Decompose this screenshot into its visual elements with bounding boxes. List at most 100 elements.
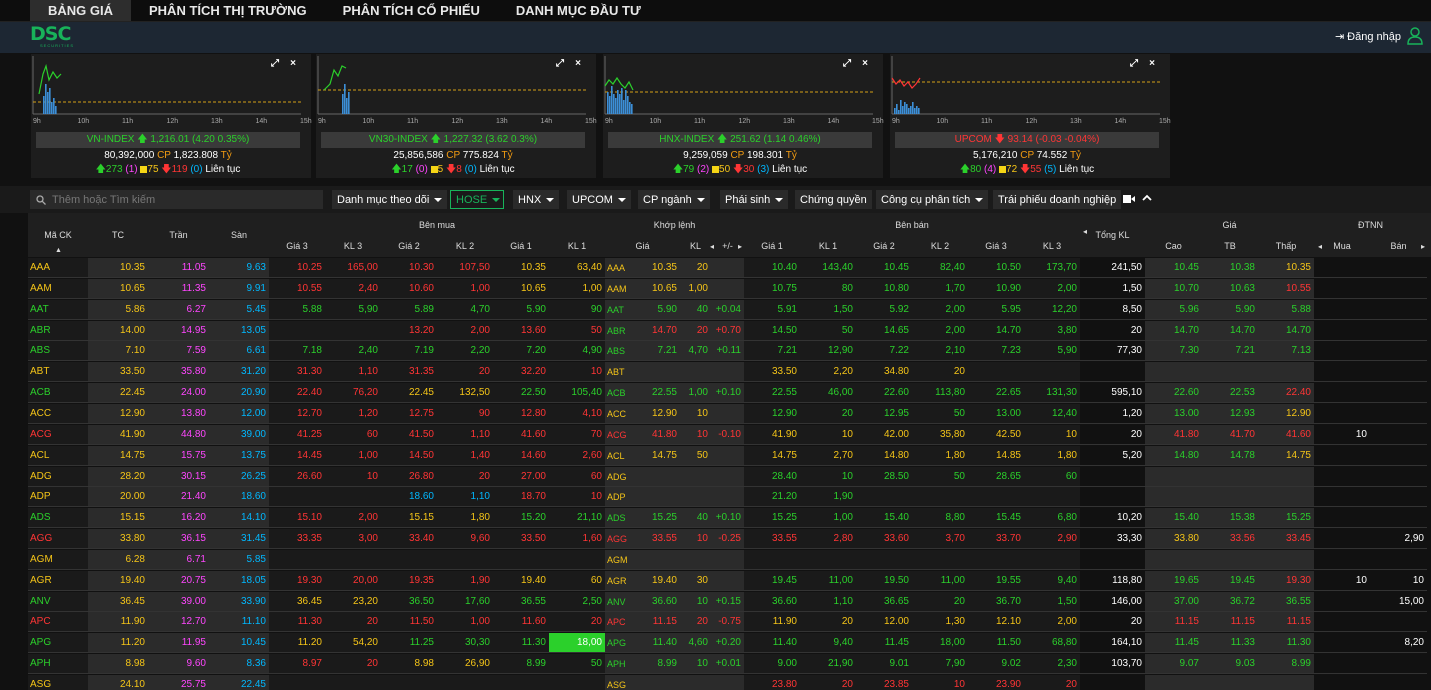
cell-sym[interactable]: AGR xyxy=(28,570,88,591)
tab-bang-gia[interactable]: BẢNG GIÁ xyxy=(30,0,131,21)
cp-nganh-dropdown[interactable]: CP ngành xyxy=(638,190,710,209)
table-row[interactable]: ACG 41.90 44.80 39.00 41.25 60 41.50 1,10 41.60 7… xyxy=(0,424,1431,446)
cell-sym2[interactable]: ABS xyxy=(605,341,627,362)
phai-sinh-dropdown[interactable]: Phái sinh xyxy=(720,190,789,209)
table-row[interactable]: ACL 14.75 15.75 13.75 14.45 1,00 14.50 1,40 14.6… xyxy=(0,445,1431,467)
table-row[interactable]: APG 11.20 11.95 10.45 11.20 54,20 11.25 30,30 11… xyxy=(0,633,1431,654)
index-panel-vn-index[interactable]: ⤢ × 9h 10h 11h 12h 13h 14h 15h VN-INDEX 🡅 1,21… xyxy=(31,54,312,178)
close-icon[interactable]: × xyxy=(1146,58,1158,70)
cell-sym[interactable]: ACL xyxy=(28,445,88,466)
cell-sym2[interactable]: ACG xyxy=(605,424,627,445)
table-row[interactable]: ABR 14.00 14.95 13.05 13.20 2,00 13.60 50 ABR 14.… xyxy=(0,320,1431,342)
sort-up-icon[interactable]: ▲ xyxy=(55,247,62,254)
cell-sym2[interactable]: APC xyxy=(605,612,627,633)
cell-sym2[interactable]: AGR xyxy=(605,570,627,591)
cell-sym[interactable]: AAT xyxy=(28,299,88,320)
logo[interactable]: DSC xyxy=(30,25,71,44)
expand-icon[interactable]: ⤢ xyxy=(841,58,853,70)
scroll-right-icon[interactable]: ▸ xyxy=(1421,242,1425,251)
cell-sym[interactable]: ADS xyxy=(28,508,88,529)
cell-sym[interactable]: ABT xyxy=(28,362,88,383)
scroll-left-icon[interactable]: ◂ xyxy=(1083,227,1087,236)
cell-sym2[interactable]: ACC xyxy=(605,403,627,424)
expand-icon[interactable]: ⤢ xyxy=(269,58,281,70)
scroll-left-icon[interactable]: ◂ xyxy=(710,242,714,251)
index-panel-upcom[interactable]: ⤢ × 9h 10h 11h 12h 13h 14h 15h UPCOM 🡇 93.14 (… xyxy=(890,54,1171,178)
table-row[interactable]: AGM 6.28 6.71 5.85 AGM xyxy=(0,549,1431,571)
cell-sym2[interactable]: ADS xyxy=(605,508,627,529)
tab-phan-tich-thi-truong[interactable]: PHÂN TÍCH THỊ TRƯỜNG xyxy=(131,0,325,21)
cell-sym2[interactable]: AAM xyxy=(605,278,627,299)
scroll-left-icon[interactable]: ◂ xyxy=(1318,242,1322,251)
cell-sym[interactable]: AAA xyxy=(28,258,88,278)
user-icon[interactable] xyxy=(1407,27,1423,45)
chung-quyen-button[interactable]: Chứng quyền xyxy=(795,190,872,209)
cell-sym[interactable]: ABR xyxy=(28,320,88,341)
cell-sym[interactable]: AGM xyxy=(28,549,88,570)
table-row[interactable]: AAT 5.86 6.27 5.45 5.88 5,90 5.89 4,70 5.90 90 AAT… xyxy=(0,299,1431,321)
login-link[interactable]: ⇥ Đăng nhập xyxy=(1335,30,1401,44)
watchlist-dropdown[interactable]: Danh mục theo dõi xyxy=(332,190,448,209)
table-row[interactable]: ACB 22.45 24.00 20.90 22.40 76,20 22.45 132,50 2… xyxy=(0,383,1431,404)
expand-icon[interactable]: ⤢ xyxy=(1128,58,1140,70)
hose-dropdown[interactable]: HOSE xyxy=(450,190,504,209)
table-row[interactable]: AAA 10.35 11.05 9.63 10.25 165,00 10.30 107,50 1… xyxy=(0,258,1431,279)
upcom-dropdown[interactable]: UPCOM xyxy=(567,190,631,209)
cell-sym2[interactable]: ABR xyxy=(605,320,627,341)
tab-phan-tich-co-phieu[interactable]: PHÂN TÍCH CỔ PHIẾU xyxy=(325,0,498,21)
table-row[interactable]: AGG 33.80 36.15 31.45 33.35 3,00 33.40 9,60 33.5… xyxy=(0,529,1431,550)
close-icon[interactable]: × xyxy=(859,58,871,70)
scroll-right-icon[interactable]: ▸ xyxy=(738,242,742,251)
cell-sym[interactable]: AGG xyxy=(28,529,88,550)
expand-icon[interactable]: ⤢ xyxy=(554,58,566,70)
cell-sym2[interactable]: ADG xyxy=(605,466,627,487)
cell-sym[interactable]: ASG xyxy=(28,675,88,690)
cell-sym2[interactable]: AAA xyxy=(605,258,627,278)
table-row[interactable]: ASG 24.10 25.75 22.45 ASG 23.80 20 23.85 10 23.90… xyxy=(0,675,1431,690)
search-input[interactable] xyxy=(52,193,302,206)
cell-sym2[interactable]: APG xyxy=(605,633,627,654)
table-row[interactable]: ABS 7.10 7.59 6.61 7.18 2,40 7.19 2,20 7.20 4,90 A… xyxy=(0,341,1431,362)
cell-sym[interactable]: ABS xyxy=(28,341,88,362)
cell-sym2[interactable]: APH xyxy=(605,654,627,675)
table-row[interactable]: AAM 10.65 11.35 9.91 10.55 2,40 10.60 1,00 10.65… xyxy=(0,278,1431,300)
cell-sym2[interactable]: ABT xyxy=(605,362,627,383)
trai-phieu-button[interactable]: Trái phiếu doanh nghiệp xyxy=(993,190,1122,209)
header-tong-kl[interactable]: Tổng KL xyxy=(1080,213,1145,257)
cong-cu-phan-tich-dropdown[interactable]: Công cụ phân tích xyxy=(876,190,989,209)
table-row[interactable]: ABT 33.50 35.80 31.20 31.30 1,10 31.35 20 32.20 1… xyxy=(0,362,1431,383)
table-row[interactable]: AGR 19.40 20.75 18.05 19.30 20,00 19.35 1,90 19.… xyxy=(0,570,1431,592)
cell-sym[interactable]: APG xyxy=(28,633,88,654)
hnx-dropdown[interactable]: HNX xyxy=(513,190,560,209)
cell-sym[interactable]: ACC xyxy=(28,403,88,424)
cell-sym2[interactable]: ADP xyxy=(605,487,627,508)
cell-sym2[interactable]: ACB xyxy=(605,383,627,404)
table-row[interactable]: APH 8.98 9.60 8.36 8.97 20 8.98 26,90 8.99 50 APH 8… xyxy=(0,654,1431,675)
cell-sym2[interactable]: AGG xyxy=(605,529,627,550)
close-icon[interactable]: × xyxy=(287,58,299,70)
table-row[interactable]: ANV 36.45 39.00 33.90 36.45 23,20 36.50 17,60 36… xyxy=(0,591,1431,613)
cell-sym[interactable]: ADG xyxy=(28,466,88,487)
cell-sym2[interactable]: AGM xyxy=(605,549,628,570)
cell-sym2[interactable]: AAT xyxy=(605,299,627,320)
table-row[interactable]: ACC 12.90 13.80 12.00 12.70 1,20 12.75 90 12.80 4… xyxy=(0,403,1431,425)
table-row[interactable]: ADS 15.15 16.20 14.10 15.10 2,00 15.15 1,80 15.2… xyxy=(0,508,1431,529)
table-row[interactable]: APC 11.90 12.70 11.10 11.30 20 11.50 1,00 11.60 2… xyxy=(0,612,1431,633)
table-row[interactable]: ADG 28.20 30.15 26.25 26.60 10 26.80 20 27.00 60 A… xyxy=(0,466,1431,488)
cell-sym[interactable]: ACG xyxy=(28,424,88,445)
chevron-up-icon[interactable] xyxy=(1142,194,1152,202)
index-panel-vn30-index[interactable]: ⤢ × 9h 10h 11h 12h 13h 14h 15h VN30-INDEX 🡅 1,… xyxy=(316,54,597,178)
cell-sym[interactable]: APC xyxy=(28,612,88,633)
cell-sym2[interactable]: ANV xyxy=(605,591,627,612)
table-row[interactable]: ADP 20.00 21.40 18.60 18.60 1,10 18.70 10 ADP 21.… xyxy=(0,487,1431,508)
tab-danh-muc-dau-tu[interactable]: DANH MỤC ĐẦU TƯ xyxy=(498,0,659,21)
cell-sym2[interactable]: ASG xyxy=(605,675,627,690)
cell-sym[interactable]: ANV xyxy=(28,591,88,612)
cell-sym[interactable]: AAM xyxy=(28,278,88,299)
close-icon[interactable]: × xyxy=(572,58,584,70)
cell-sym2[interactable]: ACL xyxy=(605,445,627,466)
cell-sym[interactable]: ADP xyxy=(28,487,88,508)
index-panel-hnx-index[interactable]: ⤢ × 9h 10h 11h 12h 13h 14h 15h HNX-INDEX 🡅 251… xyxy=(603,54,884,178)
cell-sym[interactable]: ACB xyxy=(28,383,88,404)
cell-sym[interactable]: APH xyxy=(28,654,88,675)
